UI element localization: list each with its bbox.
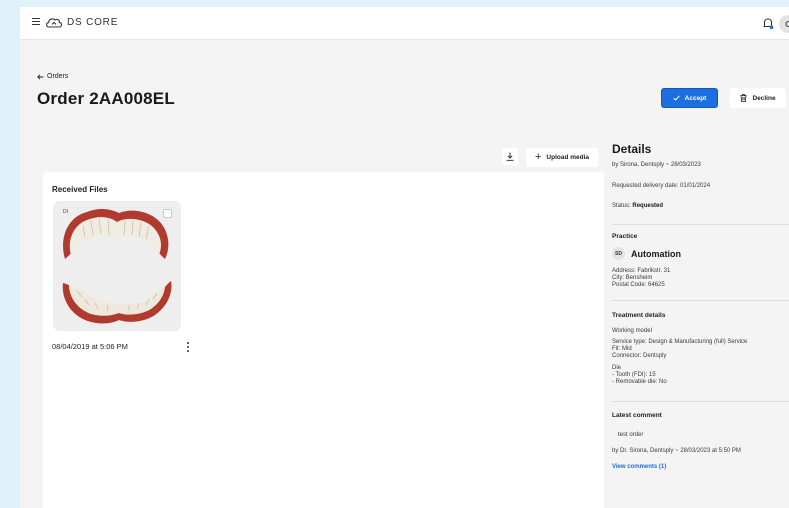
accept-button[interactable]: Accept — [661, 88, 718, 108]
connector: Connector: Dentsply — [612, 353, 667, 359]
details-title: Details — [612, 142, 652, 156]
status-label: Status: — [612, 203, 631, 209]
bell-icon[interactable] — [762, 17, 774, 30]
divider — [612, 300, 789, 301]
menu-icon[interactable] — [32, 18, 40, 26]
page-title: Order 2AA008EL — [37, 89, 175, 108]
received-files-panel: Received Files DI 08/04/2019 at 5:06 PM — [43, 172, 604, 508]
check-icon — [672, 95, 680, 101]
back-to-orders-link[interactable]: Orders — [37, 73, 68, 80]
received-files-heading: Received Files — [52, 185, 108, 194]
ds-core-logo-icon — [46, 18, 63, 28]
arrow-left-icon — [37, 73, 44, 80]
comment-text: test order — [618, 432, 644, 438]
file-select-checkbox[interactable] — [163, 209, 172, 218]
trash-icon — [740, 94, 748, 102]
working-model: Working model — [612, 328, 652, 334]
removable-die: - Removable die: No — [612, 379, 667, 385]
practice-avatar: SD — [612, 247, 625, 260]
treatment-details-heading: Treatment details — [612, 312, 666, 319]
brand-name: DS CORE — [67, 17, 119, 28]
file-date: 08/04/2019 at 5:06 PM — [52, 342, 128, 351]
divider — [612, 224, 789, 225]
requested-delivery-date: Requested delivery date: 01/01/2024 — [612, 183, 711, 189]
practice-postal-code: Postal Code: 64625 — [612, 282, 665, 288]
practice-name: Automation — [631, 248, 681, 259]
latest-comment-heading: Latest comment — [612, 412, 662, 419]
accept-button-label: Accept — [684, 94, 707, 102]
upload-media-label: Upload media — [546, 154, 590, 161]
plus-icon: + — [534, 151, 542, 163]
kebab-icon[interactable] — [183, 341, 193, 353]
back-link-label: Orders — [47, 73, 69, 80]
file-card[interactable]: DI — [53, 201, 181, 331]
ds-core-logo[interactable]: DS CORE — [45, 16, 118, 29]
practice-row: SD Automation — [612, 247, 681, 260]
view-comments-link[interactable]: View comments (1) — [612, 464, 666, 470]
download-icon — [506, 152, 514, 161]
details-panel: Details by Sirona, Dentsply ~ 28/03/2023… — [612, 142, 789, 470]
top-bar: DS CORE C — [20, 7, 789, 40]
status-line: Status: Requested — [612, 203, 663, 210]
comment-byline: by Dr. Sirona, Dentsply ~ 28/03/2023 at … — [612, 448, 741, 454]
practice-heading: Practice — [612, 233, 638, 240]
upload-media-button[interactable]: + Upload media — [526, 148, 598, 167]
service-type: Service type: Design & Manufacturing (fu… — [612, 339, 748, 345]
details-byline: by Sirona, Dentsply ~ 28/03/2023 — [612, 162, 701, 168]
decline-button-label: Decline — [752, 94, 776, 102]
app-window: DS CORE C Orders Order 2AA008EL Accept D… — [20, 7, 789, 508]
download-button[interactable] — [502, 148, 518, 165]
dental-scan-thumbnail — [62, 209, 172, 324]
file-type-tag: DI — [63, 209, 68, 215]
avatar[interactable]: C — [779, 15, 789, 33]
divider — [612, 401, 789, 402]
decline-button[interactable]: Decline — [730, 88, 786, 108]
status-badge: Requested — [632, 203, 664, 209]
